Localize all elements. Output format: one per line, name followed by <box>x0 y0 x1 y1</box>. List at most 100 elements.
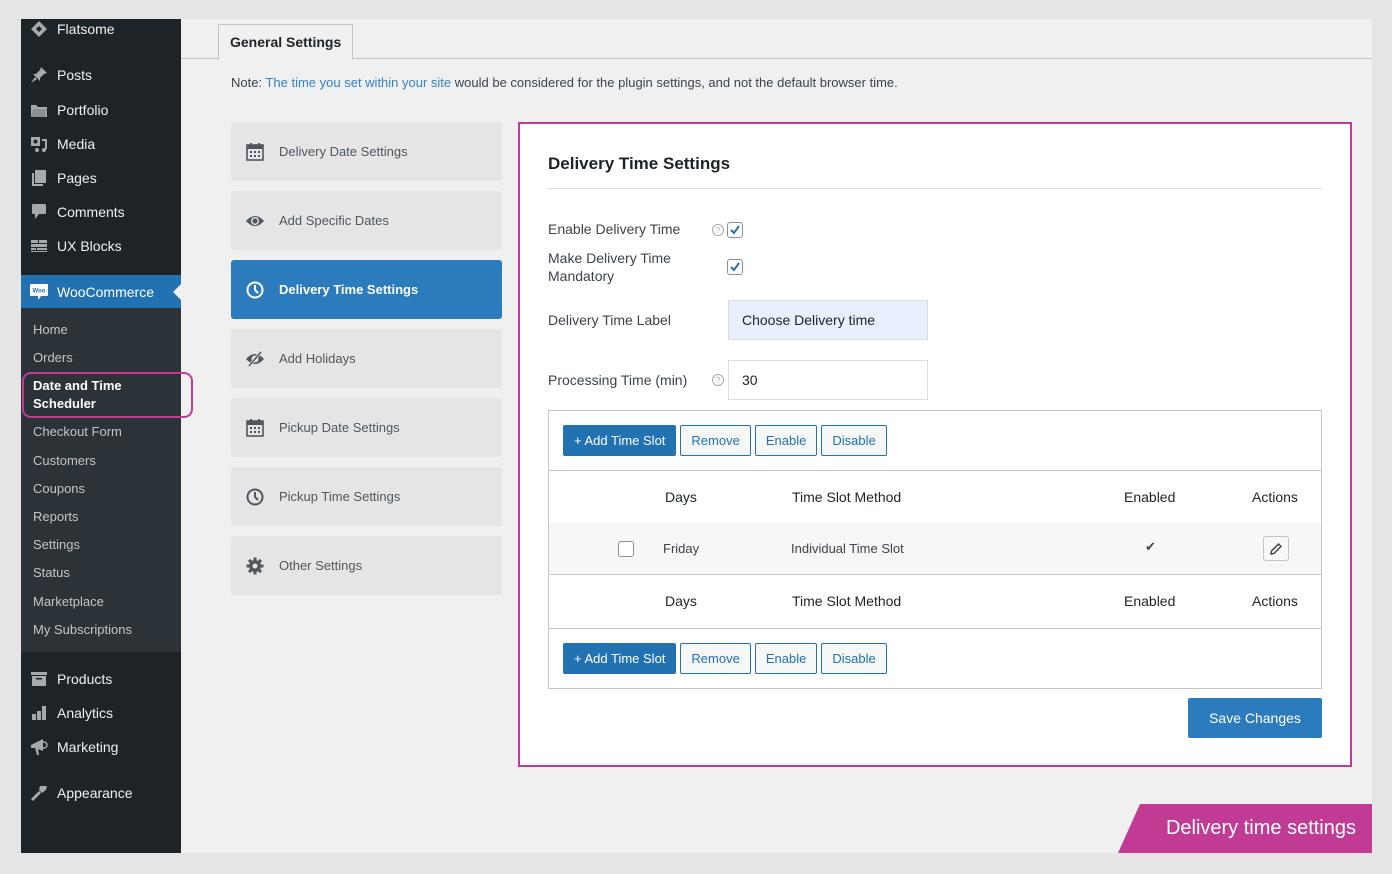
nav-label: Other Settings <box>279 558 363 573</box>
archive-icon <box>21 671 57 687</box>
sidebar-item-label: Appearance <box>57 785 133 801</box>
sidebar-item-woocommerce[interactable]: Woo WooCommerce <box>21 275 181 309</box>
delivery-time-label-input[interactable]: Choose Delivery time <box>728 300 928 340</box>
enable-button[interactable]: Enable <box>754 643 818 674</box>
submenu-item-orders[interactable]: Orders <box>33 349 73 367</box>
sidebar-item-marketing[interactable]: Marketing <box>21 730 181 764</box>
gear-icon <box>231 557 279 575</box>
tab-general-settings[interactable]: General Settings <box>218 24 354 60</box>
add-time-slot-button[interactable]: + Add Time Slot <box>563 425 677 456</box>
remove-button[interactable]: Remove <box>680 425 751 456</box>
sidebar-item-flatsome[interactable]: Flatsome <box>21 19 181 46</box>
nav-delivery-date-settings[interactable]: Delivery Date Settings <box>231 122 502 181</box>
remove-button[interactable]: Remove <box>680 643 751 674</box>
col-footer-actions: Actions <box>1252 593 1298 609</box>
sidebar-item-label: Media <box>57 136 96 152</box>
sidebar-item-label: Marketing <box>57 739 119 755</box>
sidebar-item-label: UX Blocks <box>57 238 122 254</box>
help-icon[interactable]: ? <box>712 224 724 236</box>
sidebar-item-label: Pages <box>57 170 97 186</box>
caption-banner: Delivery time settings <box>1118 804 1372 853</box>
sidebar-item-products[interactable]: Products <box>21 662 181 696</box>
time-slots-table: + Add Time Slot Remove Enable Disable Da… <box>548 410 1322 689</box>
enable-button[interactable]: Enable <box>754 425 818 456</box>
submenu-item-coupons[interactable]: Coupons <box>33 480 85 498</box>
comment-icon <box>21 203 57 221</box>
nav-label: Add Specific Dates <box>279 213 389 228</box>
nav-pickup-date-settings[interactable]: Pickup Date Settings <box>231 398 502 457</box>
row-select-checkbox[interactable] <box>618 541 634 557</box>
col-footer-enabled: Enabled <box>1124 593 1176 609</box>
disable-button[interactable]: Disable <box>821 643 887 674</box>
sidebar-item-pages[interactable]: Pages <box>21 161 181 195</box>
processing-time-label: Processing Time (min) <box>548 372 688 388</box>
sidebar-item-label: Portfolio <box>57 102 109 118</box>
col-header-days: Days <box>665 489 697 505</box>
row-day: Friday <box>663 541 700 556</box>
nav-pickup-time-settings[interactable]: Pickup Time Settings <box>231 467 502 526</box>
clock-icon <box>231 281 279 299</box>
folder-icon <box>21 102 57 118</box>
row-method: Individual Time Slot <box>791 541 904 556</box>
row-divider <box>549 574 1321 575</box>
submenu-item-my-subscriptions[interactable]: My Subscriptions <box>33 621 132 639</box>
processing-time-input[interactable]: 30 <box>728 360 928 400</box>
site-time-link[interactable]: The time you set within your site <box>265 75 451 90</box>
note-prefix: Note: <box>231 75 266 90</box>
pencil-icon <box>1270 542 1282 555</box>
sidebar-item-ux-blocks[interactable]: UX Blocks <box>21 229 181 263</box>
submenu-item-settings[interactable]: Settings <box>33 536 80 554</box>
mandatory-delivery-time-checkbox[interactable] <box>727 259 743 275</box>
submenu-item-checkout-form[interactable]: Checkout Form <box>33 423 122 441</box>
flatsome-diamond-icon <box>21 20 57 38</box>
timezone-note: Note: The time you set within your site … <box>231 75 898 90</box>
settings-tab-strip: General Settings <box>181 19 1372 60</box>
sidebar-item-label: Products <box>57 671 113 687</box>
sidebar-item-label: WooCommerce <box>57 284 154 300</box>
submenu-item-marketplace[interactable]: Marketplace <box>33 593 104 611</box>
edit-button[interactable] <box>1263 536 1289 561</box>
delivery-time-settings-panel: Delivery Time Settings Enable Delivery T… <box>518 122 1352 767</box>
clock-icon <box>231 488 279 506</box>
bar-chart-icon <box>21 705 57 721</box>
nav-label: Pickup Date Settings <box>279 420 400 435</box>
col-footer-days: Days <box>665 593 697 609</box>
wp-admin-screen: Flatsome Posts Portfolio Media Pages Com… <box>21 19 1372 853</box>
enable-delivery-time-checkbox[interactable] <box>727 222 743 238</box>
col-footer-method: Time Slot Method <box>792 593 902 609</box>
add-time-slot-button[interactable]: + Add Time Slot <box>563 643 677 674</box>
sidebar-item-media[interactable]: Media <box>21 127 181 161</box>
sidebar-item-appearance[interactable]: Appearance <box>21 776 181 810</box>
sidebar-item-portfolio[interactable]: Portfolio <box>21 93 181 127</box>
submenu-item-home[interactable]: Home <box>33 321 68 339</box>
eye-icon <box>231 214 279 228</box>
sidebar-item-posts[interactable]: Posts <box>21 58 181 92</box>
sidebar-item-label: Posts <box>57 67 93 83</box>
col-header-enabled: Enabled <box>1124 489 1176 505</box>
save-changes-button[interactable]: Save Changes <box>1188 698 1322 738</box>
disable-button[interactable]: Disable <box>821 425 887 456</box>
top-action-buttons: + Add Time Slot Remove Enable Disable <box>563 425 887 456</box>
col-header-method: Time Slot Method <box>792 489 902 505</box>
submenu-item-status[interactable]: Status <box>33 564 70 582</box>
calendar-icon <box>231 142 279 161</box>
eye-slash-icon <box>231 350 279 367</box>
col-header-actions: Actions <box>1252 489 1298 505</box>
nav-add-holidays[interactable]: Add Holidays <box>231 329 502 388</box>
submenu-item-date-and-time-scheduler[interactable]: Date and Time Scheduler <box>33 377 143 413</box>
nav-add-specific-dates[interactable]: Add Specific Dates <box>231 191 502 250</box>
woocommerce-submenu: Home Orders Date and Time Scheduler Chec… <box>21 308 181 652</box>
note-suffix: would be considered for the plugin setti… <box>451 75 898 90</box>
submenu-item-reports[interactable]: Reports <box>33 508 79 526</box>
panel-title: Delivery Time Settings <box>548 154 731 173</box>
nav-delivery-time-settings[interactable]: Delivery Time Settings <box>231 260 502 319</box>
svg-text:Woo: Woo <box>33 289 46 295</box>
submenu-item-customers[interactable]: Customers <box>33 452 96 470</box>
pushpin-icon <box>21 66 57 84</box>
help-icon[interactable]: ? <box>712 374 724 386</box>
sidebar-item-comments[interactable]: Comments <box>21 195 181 229</box>
sidebar-item-analytics[interactable]: Analytics <box>21 696 181 730</box>
sidebar-item-label: Flatsome <box>57 21 115 37</box>
delivery-time-label-label: Delivery Time Label <box>548 312 671 328</box>
nav-other-settings[interactable]: Other Settings <box>231 536 502 595</box>
